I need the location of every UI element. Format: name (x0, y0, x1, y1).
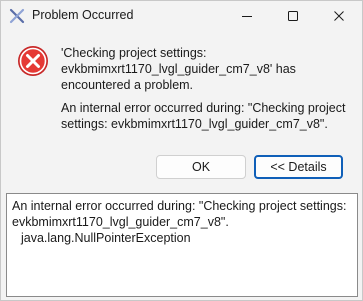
error-details-textarea[interactable]: An internal error occurred during: "Chec… (6, 193, 358, 297)
details-toggle-button[interactable]: << Details (254, 155, 343, 179)
maximize-icon (288, 11, 298, 21)
title-bar[interactable]: Problem Occurred (1, 1, 362, 32)
error-message-primary: 'Checking project settings: evkbmimxrt11… (61, 46, 296, 92)
problem-dialog-window: Problem Occurred 'Checking project setti… (0, 0, 363, 301)
minimize-button[interactable] (224, 1, 270, 32)
eclipse-x-icon (9, 8, 25, 24)
minimize-icon (242, 16, 252, 17)
ok-button[interactable]: OK (156, 155, 246, 179)
error-icon (17, 45, 49, 77)
details-line: An internal error occurred during: "Chec… (12, 199, 347, 213)
error-message-secondary: An internal error occurred during: "Chec… (61, 101, 346, 131)
close-button[interactable] (316, 1, 362, 32)
close-icon (334, 11, 344, 21)
details-line: evkbmimxrt1170_lvgl_guider_cm7_v8". (12, 215, 229, 229)
window-title: Problem Occurred (32, 8, 134, 22)
maximize-button[interactable] (270, 1, 316, 32)
details-exception-line: java.lang.NullPointerException (21, 231, 191, 245)
